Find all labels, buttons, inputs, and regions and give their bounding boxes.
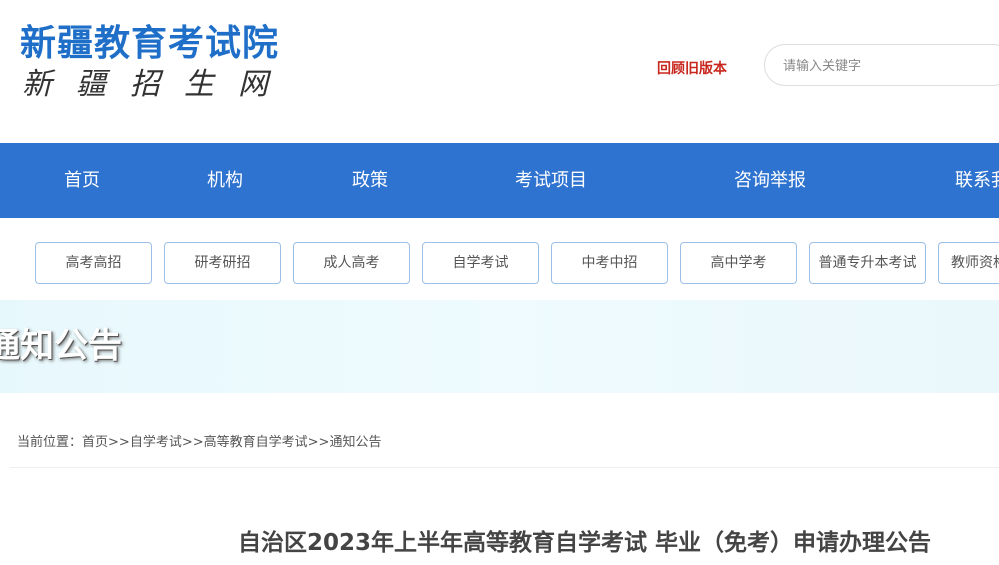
old-version-link[interactable]: 回顾旧版本 [657,58,727,78]
category-self-study[interactable]: 自学考试 [422,242,539,284]
category-adult[interactable]: 成人高考 [293,242,410,284]
category-gaokao[interactable]: 高考高招 [35,242,152,284]
breadcrumb-notices[interactable]: 通知公告 [329,435,381,450]
nav-item-consult-report[interactable]: 咨询举报 [734,143,806,218]
breadcrumb-separator: >> [108,435,130,450]
category-high-school[interactable]: 高中学考 [680,242,797,284]
category-bar: 高考高招 研考研招 成人高考 自学考试 中考中招 高中学考 普通专升本考试 教师… [0,218,999,300]
breadcrumb-prefix: 当前位置： [17,435,83,450]
breadcrumb-separator: >> [181,435,204,450]
divider [10,467,999,468]
nav-item-organization[interactable]: 机构 [207,143,243,218]
site-logo-subtitle: 新疆招生网 [22,67,292,102]
breadcrumb-higher-ed-self-study[interactable]: 高等教育自学考试 [204,435,308,450]
section-banner: 通知公告 [0,300,999,393]
breadcrumb: 当前位置：首页>>自学考试>>高等教育自学考试>>通知公告 [17,434,381,452]
nav-item-contact[interactable]: 联系我们 [955,143,999,218]
category-zhongkao[interactable]: 中考中招 [551,242,668,284]
search-input[interactable] [781,55,985,77]
nav-item-policy[interactable]: 政策 [352,143,388,218]
nav-item-exam-projects[interactable]: 考试项目 [515,143,587,218]
article-title: 自治区2023年上半年高等教育自学考试 毕业（免考）申请办理公告 [238,530,932,556]
category-graduate[interactable]: 研考研招 [164,242,281,284]
breadcrumb-self-study[interactable]: 自学考试 [130,435,182,450]
category-teacher[interactable]: 教师资格 [938,242,999,284]
site-header: 新疆教育考试院 新疆招生网 回顾旧版本 [0,0,999,143]
banner-title: 通知公告 [0,326,122,366]
nav-item-home[interactable]: 首页 [64,143,100,218]
breadcrumb-home[interactable]: 首页 [82,435,108,450]
breadcrumb-separator: >> [307,435,330,450]
main-nav: 首页 机构 政策 考试项目 咨询举报 联系我们 [0,143,999,218]
site-logo-title[interactable]: 新疆教育考试院 [20,22,279,66]
category-upgrade[interactable]: 普通专升本考试 [809,242,926,284]
search-box [764,44,999,86]
